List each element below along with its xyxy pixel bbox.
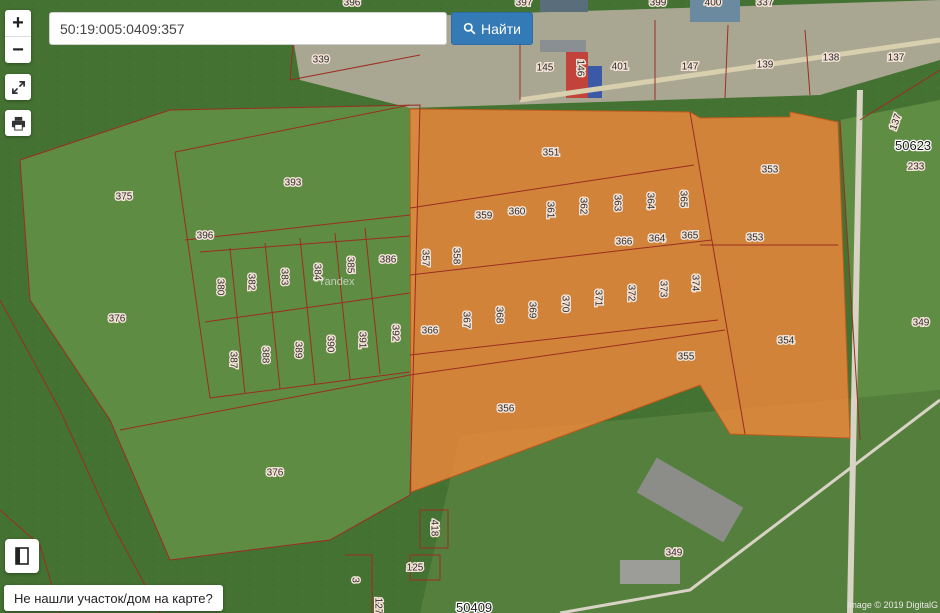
- parcel-number-label[interactable]: 146: [573, 58, 587, 78]
- parcel-number-label[interactable]: 365: [676, 189, 690, 209]
- parcel-number-label[interactable]: 376: [265, 466, 285, 480]
- parcel-number-label[interactable]: 386: [378, 253, 398, 267]
- building: [620, 560, 680, 584]
- parcel-number-label[interactable]: 365: [680, 229, 700, 243]
- legend-button[interactable]: [5, 539, 39, 573]
- parcel-number-label[interactable]: 388: [258, 345, 272, 365]
- building: [588, 66, 602, 98]
- legend-book-icon: [15, 547, 29, 565]
- parcel-number-label[interactable]: 385: [343, 255, 357, 275]
- parcel-number-label[interactable]: 363: [610, 193, 624, 213]
- parcel-number-label[interactable]: 366: [614, 235, 634, 249]
- parcel-number-label[interactable]: 357: [418, 248, 432, 268]
- parcel-number-label[interactable]: 127: [371, 596, 385, 613]
- parcel-number-label[interactable]: 418: [427, 518, 441, 538]
- parcel-number-label[interactable]: 383: [277, 267, 291, 287]
- parcel-number-label[interactable]: 339: [311, 53, 331, 67]
- parcel-number-label[interactable]: 400: [703, 0, 723, 10]
- parcel-number-label[interactable]: 396: [342, 0, 362, 10]
- parcel-number-label[interactable]: 137: [886, 51, 906, 65]
- map-watermark: Yandex: [318, 276, 355, 288]
- parcel-number-label[interactable]: 401: [610, 60, 630, 74]
- parcel-number-label[interactable]: 353: [745, 231, 765, 245]
- parcel-number-label[interactable]: 392: [388, 323, 402, 343]
- parcel-number-label[interactable]: 369: [525, 300, 539, 320]
- building: [540, 40, 586, 52]
- zoom-control: + −: [5, 10, 31, 63]
- parcel-number-label[interactable]: 355: [676, 350, 696, 364]
- search-button-label: Найти: [481, 20, 521, 37]
- fullscreen-button[interactable]: [5, 74, 31, 100]
- parcel-number-label[interactable]: 366: [420, 324, 440, 338]
- parcel-number-label[interactable]: 145: [535, 61, 555, 75]
- quarter-label: 50409: [456, 600, 492, 613]
- parcel-number-label[interactable]: 337: [755, 0, 775, 10]
- parcel-number-label[interactable]: 389: [291, 340, 305, 360]
- parcel-number-label[interactable]: 364: [647, 232, 667, 246]
- parcel-number-label[interactable]: 349: [664, 546, 684, 560]
- map-copyright: Image © 2019 DigitalG: [846, 600, 938, 610]
- parcel-number-label[interactable]: 125: [405, 561, 425, 575]
- parcel-number-label[interactable]: 362: [576, 196, 590, 216]
- parcel-number-label[interactable]: 233: [906, 160, 926, 174]
- parcel-number-label[interactable]: 3: [348, 576, 362, 585]
- parcel-number-label[interactable]: 391: [355, 330, 369, 350]
- quarter-label: 50623: [895, 138, 931, 153]
- parcel-number-label[interactable]: 368: [492, 305, 506, 325]
- parcel-number-label[interactable]: 370: [558, 294, 572, 314]
- satellite-map[interactable]: 351 353 353 354 355 356 357 358 359 360 361 362 363 3…: [0, 0, 940, 613]
- parcel-number-label[interactable]: 147: [680, 60, 700, 74]
- parcel-number-label[interactable]: 374: [688, 273, 702, 293]
- parcel-number-label[interactable]: 364: [643, 191, 657, 211]
- parcel-number-label[interactable]: 354: [776, 334, 796, 348]
- building: [540, 0, 588, 12]
- search-input[interactable]: [49, 12, 447, 45]
- not-found-parcel-button[interactable]: Не нашли участок/дом на карте?: [4, 585, 223, 611]
- parcel-number-label[interactable]: 358: [449, 246, 463, 266]
- parcel-number-label[interactable]: 359: [474, 209, 494, 223]
- parcel-number-label[interactable]: 371: [591, 288, 605, 308]
- zoom-in-button[interactable]: +: [5, 10, 31, 36]
- parcel-number-label[interactable]: 376: [107, 312, 127, 326]
- parcel-number-label[interactable]: 138: [821, 51, 841, 65]
- print-button[interactable]: [5, 110, 31, 136]
- zoom-out-button[interactable]: −: [5, 36, 31, 63]
- parcel-number-label[interactable]: 360: [507, 205, 527, 219]
- parcel-number-label[interactable]: 356: [496, 402, 516, 416]
- parcel-number-label[interactable]: 387: [226, 350, 240, 370]
- parcel-number-label[interactable]: 361: [543, 200, 557, 220]
- parcel-number-label[interactable]: 396: [195, 229, 215, 243]
- parcel-number-label[interactable]: 397: [514, 0, 534, 10]
- parcel-number-label[interactable]: 351: [541, 146, 561, 160]
- parcel-number-label[interactable]: 382: [244, 272, 258, 292]
- parcel-number-label[interactable]: 349: [911, 316, 931, 330]
- parcel-number-label[interactable]: 139: [755, 58, 775, 72]
- parcel-number-label[interactable]: 373: [656, 279, 670, 299]
- parcel-number-label[interactable]: 372: [624, 283, 638, 303]
- search-icon: [463, 22, 476, 35]
- parcel-number-label[interactable]: 375: [114, 190, 134, 204]
- parcel-number-label[interactable]: 393: [283, 176, 303, 190]
- print-icon: [11, 116, 25, 131]
- parcel-number-label[interactable]: 353: [760, 163, 780, 177]
- parcel-number-label[interactable]: 390: [323, 334, 337, 354]
- parcel-number-label[interactable]: 367: [459, 310, 473, 330]
- parcel-number-label[interactable]: 399: [648, 0, 668, 10]
- search-button[interactable]: Найти: [451, 12, 533, 45]
- parcel-number-label[interactable]: 380: [213, 277, 227, 297]
- expand-icon: [11, 80, 25, 94]
